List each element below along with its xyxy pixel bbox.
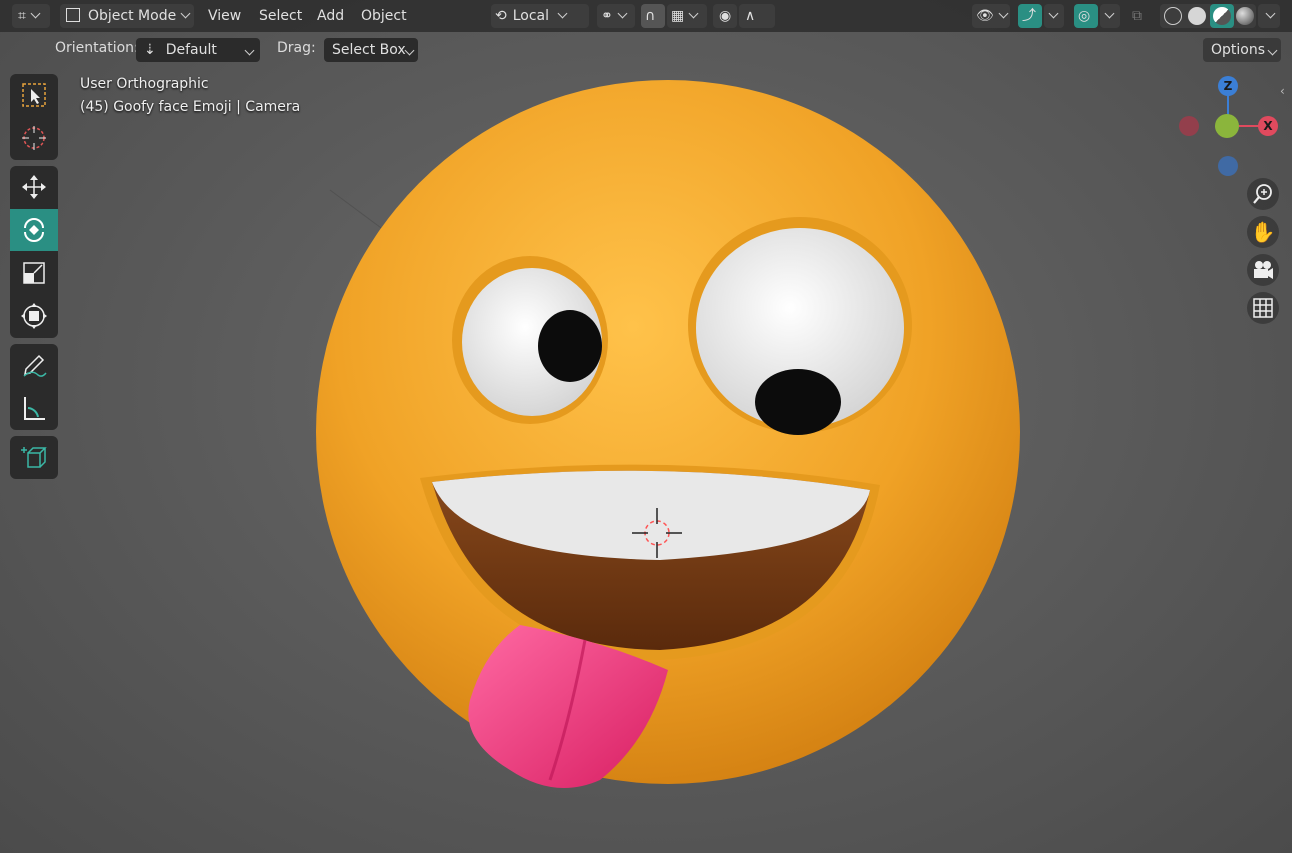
visibility-dropdown[interactable]: 👁	[972, 4, 1010, 28]
rotate-tool[interactable]	[10, 209, 58, 251]
gizmo-neg-z-axis[interactable]	[1218, 156, 1238, 176]
select-box-tool[interactable]	[10, 74, 58, 116]
orientation-dropdown[interactable]: ⇣ Default	[136, 38, 260, 62]
tool-group-select	[10, 74, 58, 160]
gizmo-dropdown[interactable]	[1044, 4, 1064, 28]
gizmo-x-label: X	[1263, 119, 1273, 133]
eye-icon: 👁	[976, 8, 994, 24]
tool-group-add	[10, 436, 58, 479]
shading-modes	[1160, 4, 1256, 28]
move-tool[interactable]	[10, 166, 58, 208]
pencil-icon	[23, 354, 47, 377]
pan-button[interactable]: ✋	[1247, 216, 1279, 248]
camera-icon	[1254, 261, 1273, 279]
overlay-dropdown[interactable]	[1100, 4, 1120, 28]
menu-view[interactable]: View	[208, 4, 241, 28]
cursor-tool[interactable]	[10, 117, 58, 159]
orientation-value: Default	[165, 42, 217, 58]
ruler-icon	[24, 397, 45, 420]
sidebar-toggle[interactable]: ‹	[1280, 84, 1292, 100]
menu-add[interactable]: Add	[317, 4, 344, 28]
xray-toggle-button[interactable]: ⧉	[1128, 4, 1152, 28]
overlay-icon: ◎	[1078, 8, 1091, 24]
mode-dropdown[interactable]: Object Mode	[60, 4, 194, 28]
right-pupil	[755, 369, 841, 435]
snap-target-button[interactable]: ▦	[667, 4, 707, 28]
grid-icon	[1253, 298, 1273, 318]
menu-select[interactable]: Select	[259, 4, 302, 28]
cursor-icon	[22, 126, 46, 150]
mode-label: Object Mode	[88, 8, 177, 24]
transform-icon	[21, 303, 47, 329]
tool-group-annotate	[10, 344, 58, 430]
xray-icon: ⧉	[1132, 8, 1142, 24]
object-cube-icon	[66, 8, 80, 22]
falloff-button[interactable]: ∧	[739, 4, 775, 28]
camera-view-button[interactable]	[1247, 254, 1279, 286]
orientation-label: Orientation:	[55, 40, 139, 56]
viewport-header: ⌗ Object Mode View Select Add Object ⟲ Lo…	[0, 0, 1292, 32]
add-cube-icon	[21, 447, 47, 468]
gizmo-z-axis[interactable]: Z	[1218, 76, 1238, 96]
pivot-point-button[interactable]: ⚭	[597, 4, 635, 28]
navigation-gizmo[interactable]: Z X	[1170, 70, 1290, 180]
gizmo-neg-x-axis[interactable]	[1179, 116, 1199, 136]
perspective-toggle-button[interactable]	[1247, 292, 1279, 324]
editor-type-button[interactable]: ⌗	[12, 4, 50, 28]
orientation-label: Local	[512, 8, 550, 24]
hand-icon: ✋	[1250, 220, 1276, 244]
scene-render	[316, 80, 1020, 788]
blender-app: ⌗ Object Mode View Select Add Object ⟲ Lo…	[0, 0, 1292, 853]
gizmo-toggle-button[interactable]: ⤴	[1018, 4, 1042, 28]
falloff-curve-icon: ∧	[745, 8, 756, 24]
snap-grid-icon: ▦	[671, 8, 685, 24]
object-info: (45) Goofy face Emoji | Camera	[80, 99, 301, 115]
scale-icon	[23, 262, 45, 284]
menu-object[interactable]: Object	[361, 4, 407, 28]
scale-tool[interactable]	[10, 252, 58, 294]
orientation-axes-icon: ⟲	[495, 8, 507, 24]
transform-orientation-dropdown[interactable]: ⟲ Local	[491, 4, 589, 28]
gizmo-icon: ⤴	[1022, 8, 1036, 24]
select-box-icon	[22, 83, 46, 107]
tool-group-transform	[10, 166, 58, 338]
options-label: Options	[1211, 42, 1266, 58]
move-icon	[22, 175, 46, 199]
magnet-icon: ∩	[645, 8, 656, 24]
solid-shading-icon[interactable]	[1188, 7, 1206, 25]
overlay-toggle-button[interactable]: ◎	[1074, 4, 1098, 28]
gizmo-y-axis[interactable]	[1215, 114, 1239, 138]
transform-tool[interactable]	[10, 295, 58, 337]
options-dropdown[interactable]: Options	[1203, 38, 1281, 62]
proportional-edit-icon: ◉	[719, 8, 732, 24]
drag-label: Drag:	[277, 40, 316, 56]
emoji-face	[316, 80, 1020, 784]
zoom-button[interactable]	[1247, 178, 1279, 210]
drag-dropdown[interactable]: Select Box	[324, 38, 418, 62]
add-cube-tool[interactable]	[10, 436, 58, 478]
zoom-icon	[1253, 184, 1272, 204]
gizmo-z-label: Z	[1223, 79, 1233, 93]
rendered-shading-icon[interactable]	[1236, 7, 1254, 25]
proportional-edit-button[interactable]: ◉	[713, 4, 737, 28]
drag-value: Select Box	[332, 42, 406, 58]
gizmo-x-axis[interactable]: X	[1258, 116, 1278, 136]
left-pupil	[538, 310, 602, 382]
shading-dropdown[interactable]	[1258, 4, 1280, 28]
annotate-tool[interactable]	[10, 344, 58, 386]
view-name: User Orthographic	[80, 76, 209, 92]
rotate-icon	[24, 218, 44, 242]
snap-toggle-button[interactable]: ∩	[641, 4, 665, 28]
3d-viewport[interactable]	[0, 0, 1292, 853]
wireframe-shading-icon[interactable]	[1164, 7, 1182, 25]
object-mode-grid-icon: ⌗	[18, 8, 26, 24]
measure-tool[interactable]	[10, 387, 58, 429]
link-icon: ⚭	[601, 8, 613, 24]
orientation-gizmo-icon: ⇣	[144, 42, 156, 58]
